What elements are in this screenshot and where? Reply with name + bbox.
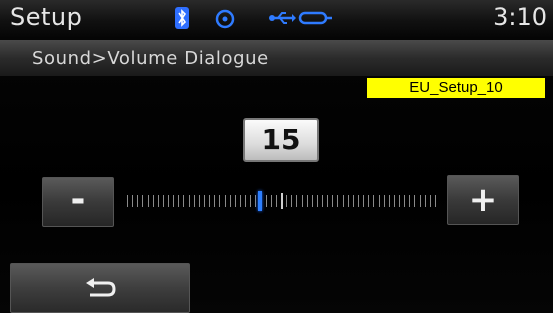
slider-tick bbox=[148, 195, 149, 207]
slider-tick bbox=[230, 195, 231, 207]
volume-slider[interactable] bbox=[127, 191, 437, 211]
slider-tick bbox=[409, 195, 410, 207]
slider-tick bbox=[163, 195, 164, 207]
slider-tick bbox=[286, 195, 287, 207]
slider-tick bbox=[271, 195, 272, 207]
slider-tick bbox=[137, 195, 138, 207]
slider-tick bbox=[312, 195, 313, 207]
status-bar: Setup 3:10 bbox=[0, 0, 553, 38]
slider-tick bbox=[368, 195, 369, 207]
slider-tick bbox=[317, 195, 318, 207]
bluetooth-icon bbox=[175, 7, 189, 29]
slider-tick bbox=[414, 195, 415, 207]
slider-tick bbox=[245, 195, 246, 207]
slider-tick bbox=[307, 195, 308, 207]
slider-tick bbox=[343, 195, 344, 207]
slider-tick bbox=[132, 195, 133, 207]
clock: 3:10 bbox=[493, 3, 547, 31]
slider-tick bbox=[225, 195, 226, 207]
volume-up-button[interactable]: + bbox=[447, 175, 519, 225]
slider-tick bbox=[404, 195, 405, 207]
slider-tick bbox=[266, 195, 267, 207]
slider-tick bbox=[189, 195, 190, 207]
slider-tick bbox=[358, 195, 359, 207]
slider-tick bbox=[127, 195, 128, 207]
slider-tick bbox=[168, 195, 169, 207]
disc-icon bbox=[215, 9, 235, 29]
slider-tick bbox=[219, 195, 220, 207]
slider-tick bbox=[291, 195, 292, 207]
annotation-label: EU_Setup_10 bbox=[367, 78, 545, 98]
back-button[interactable] bbox=[10, 263, 190, 313]
slider-tick bbox=[194, 195, 195, 207]
slider-tick bbox=[420, 195, 421, 207]
slider-tick bbox=[379, 195, 380, 207]
slider-tick bbox=[394, 195, 395, 207]
slider-tick bbox=[327, 195, 328, 207]
slider-tick bbox=[332, 195, 333, 207]
slider-tick bbox=[425, 195, 426, 207]
slider-tick bbox=[281, 193, 283, 209]
slider-tick bbox=[430, 195, 431, 207]
slider-tick bbox=[348, 195, 349, 207]
slider-tick bbox=[178, 195, 179, 207]
slider-tick bbox=[399, 195, 400, 207]
slider-tick bbox=[435, 195, 436, 207]
breadcrumb-bar: Sound>Volume Dialogue bbox=[0, 40, 553, 76]
slider-tick bbox=[389, 195, 390, 207]
slider-tick bbox=[158, 195, 159, 207]
slider-tick bbox=[214, 195, 215, 207]
volume-value: 15 bbox=[243, 118, 319, 162]
slider-thumb[interactable] bbox=[258, 191, 262, 211]
slider-tick bbox=[153, 195, 154, 207]
slider-tick bbox=[322, 195, 323, 207]
slider-tick bbox=[363, 195, 364, 207]
slider-tick bbox=[384, 195, 385, 207]
slider-tick bbox=[255, 195, 256, 207]
slider-tick bbox=[142, 195, 143, 207]
slider-tick bbox=[337, 195, 338, 207]
breadcrumb: Sound>Volume Dialogue bbox=[32, 48, 269, 69]
aux-icon bbox=[298, 11, 332, 25]
slider-tick bbox=[240, 195, 241, 207]
slider-tick bbox=[296, 195, 297, 207]
screen-title: Setup bbox=[10, 3, 83, 31]
slider-tick bbox=[250, 195, 251, 207]
back-icon bbox=[86, 278, 116, 297]
usb-icon bbox=[269, 12, 296, 24]
slider-tick bbox=[204, 195, 205, 207]
slider-tick bbox=[173, 195, 174, 207]
slider-tick bbox=[373, 195, 374, 207]
slider-tick bbox=[209, 195, 210, 207]
slider-tick bbox=[235, 195, 236, 207]
slider-tick bbox=[353, 195, 354, 207]
volume-down-button[interactable]: - bbox=[42, 177, 114, 227]
screen: Setup 3:10 Sound>Volume Dialogue EU_Setu… bbox=[0, 0, 553, 313]
slider-tick bbox=[276, 195, 277, 207]
slider-tick bbox=[183, 195, 184, 207]
slider-tick bbox=[302, 195, 303, 207]
slider-tick bbox=[199, 195, 200, 207]
